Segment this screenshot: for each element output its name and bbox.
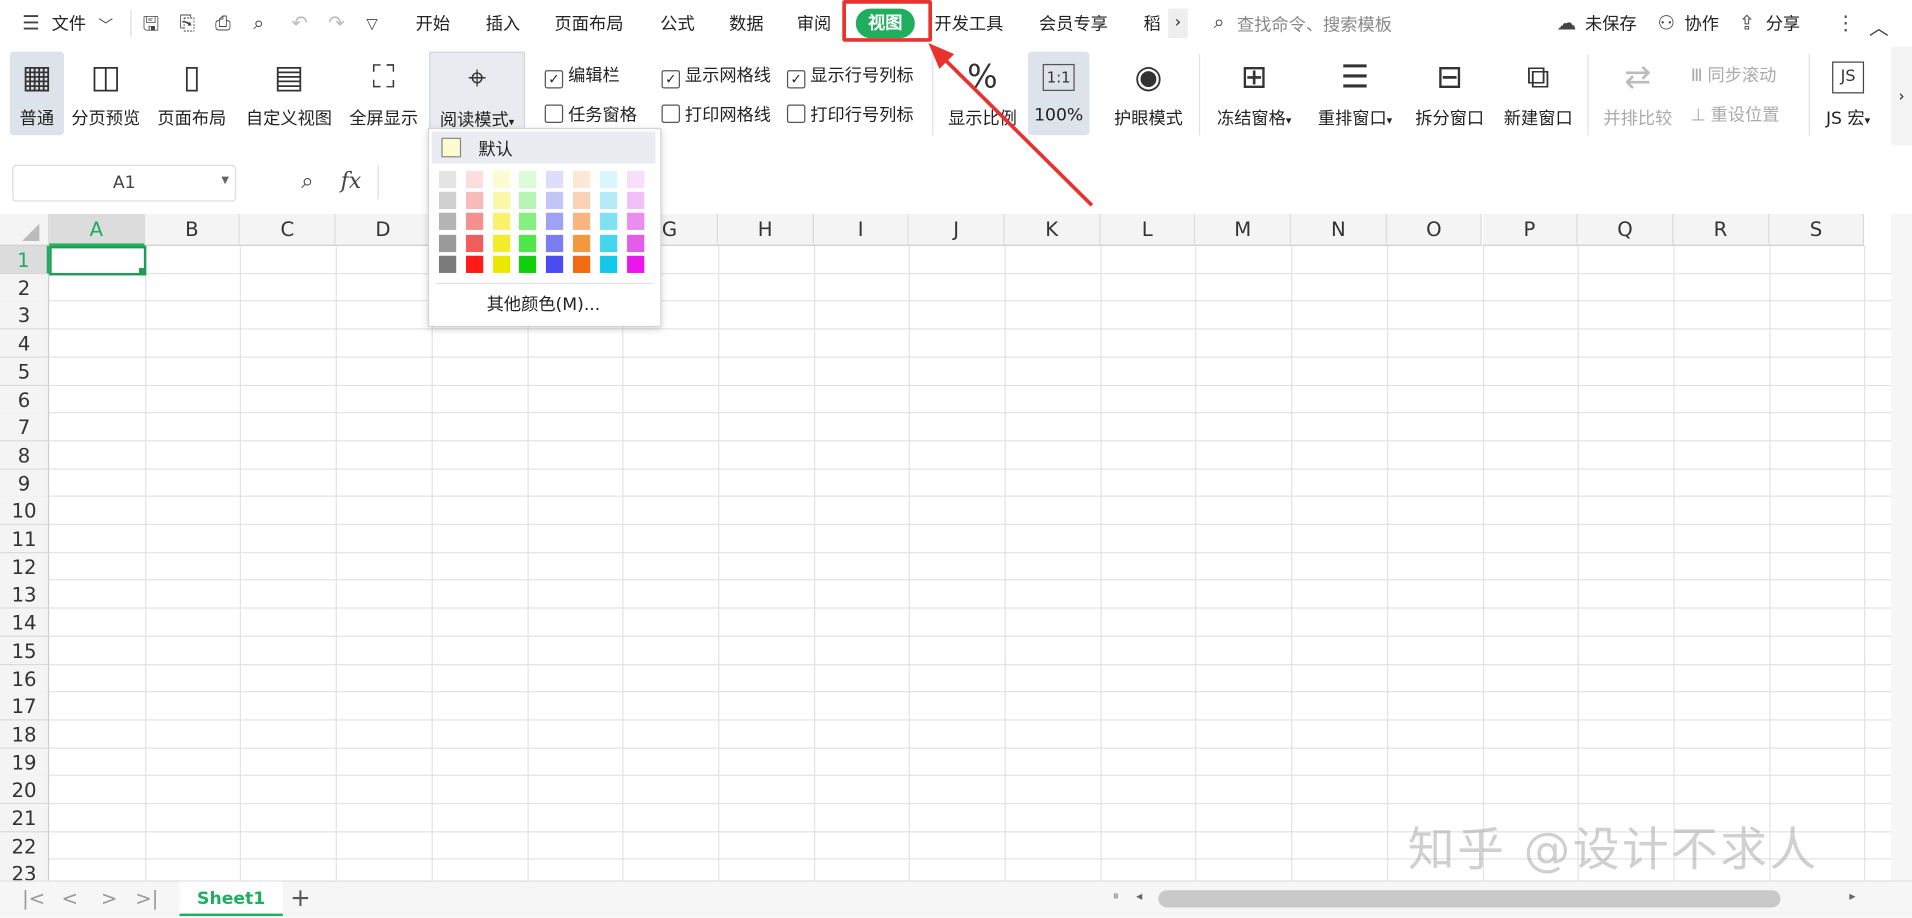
color-swatch[interactable]: [599, 192, 618, 210]
color-swatch[interactable]: [572, 234, 591, 252]
color-swatch[interactable]: [546, 170, 564, 189]
color-swatch[interactable]: [519, 192, 537, 210]
color-swatch[interactable]: [599, 213, 618, 231]
color-swatch[interactable]: [492, 170, 510, 189]
color-swatch[interactable]: [438, 213, 457, 231]
color-swatch[interactable]: [599, 255, 618, 273]
annotation-arrow: [928, 43, 1094, 207]
color-swatch[interactable]: [626, 170, 644, 189]
color-swatch[interactable]: [465, 192, 483, 210]
watermark: 知乎 @设计不求人: [1407, 822, 1819, 877]
color-swatch[interactable]: [465, 170, 483, 189]
color-swatch[interactable]: [438, 234, 457, 252]
color-swatch[interactable]: [626, 213, 644, 231]
color-swatch[interactable]: [438, 170, 457, 189]
last-sheet-icon[interactable]: >|: [135, 887, 158, 910]
color-swatch[interactable]: [626, 192, 644, 210]
color-swatch[interactable]: [572, 192, 591, 210]
color-swatch[interactable]: [465, 213, 483, 231]
more-colors-option[interactable]: 其他颜色(M)...: [432, 289, 656, 321]
color-swatch[interactable]: [599, 234, 618, 252]
app-window: ☰ 文件 ﹀ 🖫 ⎘ ⎙ ⌕ ↶ ↷ ▽ 开始 插入 页面布局 公式 数据 审阅…: [0, 0, 1912, 918]
prev-sheet-icon[interactable]: <: [61, 887, 77, 910]
color-swatch[interactable]: [438, 192, 457, 210]
color-swatch[interactable]: [626, 234, 644, 252]
color-swatch[interactable]: [546, 192, 564, 210]
color-swatch[interactable]: [546, 255, 564, 273]
sheet-tab-bar: |< < > >| Sheet1 + ⏸ ◂ ▸: [0, 880, 1912, 918]
color-swatch[interactable]: [519, 255, 537, 273]
first-sheet-icon[interactable]: |<: [22, 887, 45, 910]
color-swatch[interactable]: [572, 213, 591, 231]
color-swatch[interactable]: [519, 170, 537, 189]
add-sheet-icon[interactable]: +: [290, 883, 311, 913]
horizontal-scrollbar-thumb[interactable]: [1158, 890, 1781, 908]
color-swatch[interactable]: [465, 255, 483, 273]
color-swatch[interactable]: [519, 234, 537, 252]
color-swatch[interactable]: [572, 255, 591, 273]
color-swatch[interactable]: [492, 213, 510, 231]
default-swatch-icon: [441, 137, 462, 158]
color-swatch[interactable]: [465, 234, 483, 252]
scroll-left-icon[interactable]: ◂: [1136, 890, 1142, 904]
color-swatch[interactable]: [519, 213, 537, 231]
splitter-icon[interactable]: ⏸: [1113, 890, 1119, 904]
sheet-tab-sheet1[interactable]: Sheet1: [179, 881, 283, 917]
color-swatch[interactable]: [438, 255, 457, 273]
color-palette: [429, 166, 660, 279]
scroll-right-icon[interactable]: ▸: [1849, 890, 1855, 904]
color-swatch[interactable]: [546, 234, 564, 252]
reading-mode-color-dropdown: 默认 其他颜色(M)...: [427, 127, 662, 328]
color-swatch[interactable]: [492, 255, 510, 273]
color-swatch[interactable]: [492, 234, 510, 252]
color-swatch[interactable]: [492, 192, 510, 210]
color-swatch[interactable]: [546, 213, 564, 231]
color-swatch[interactable]: [599, 170, 618, 189]
color-swatch[interactable]: [572, 170, 591, 189]
divider: [436, 282, 653, 285]
color-swatch[interactable]: [626, 255, 644, 273]
default-color-option[interactable]: 默认: [431, 131, 656, 164]
next-sheet-icon[interactable]: >: [101, 887, 117, 910]
